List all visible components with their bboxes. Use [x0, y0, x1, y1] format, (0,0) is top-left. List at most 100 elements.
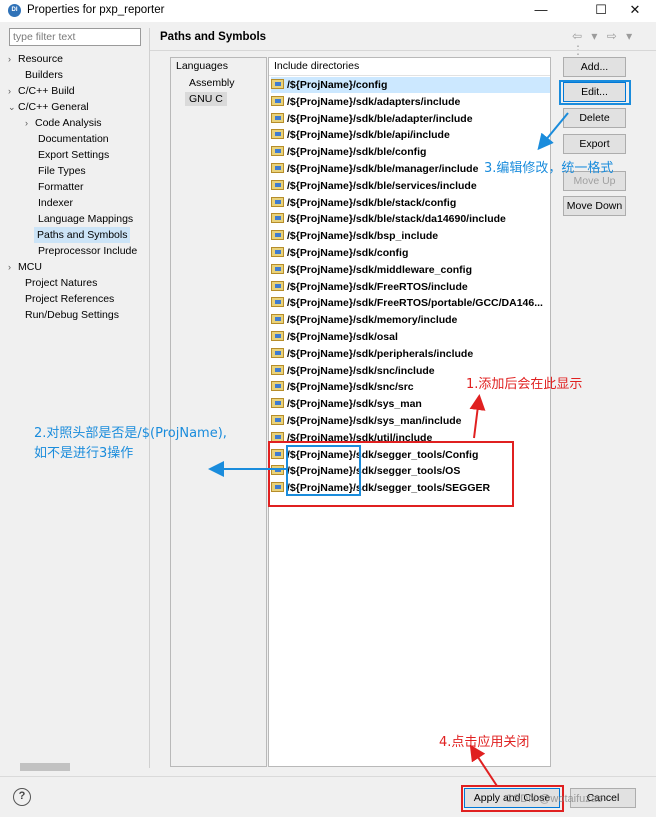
annotation-step4: 4.点击应用关闭: [439, 735, 530, 750]
include-row[interactable]: /${ProjName}/sdk/middleware_config: [271, 262, 550, 278]
sidebar-item-builders[interactable]: Builders: [25, 67, 63, 83]
chevron-icon[interactable]: ›: [8, 83, 18, 99]
sidebar-item-label: Indexer: [38, 197, 74, 209]
include-row[interactable]: /${ProjName}/sdk/osal: [271, 329, 550, 345]
filter-input[interactable]: type filter text: [9, 28, 141, 46]
include-row[interactable]: /${ProjName}/sdk/ble/api/include: [271, 127, 550, 143]
include-folder-icon: [271, 331, 284, 341]
sidebar-item-label: Code Analysis: [35, 117, 102, 129]
include-folder-icon: [271, 247, 284, 257]
sidebar-item-label: Project Natures: [25, 277, 98, 289]
include-path: /${ProjName}/sdk/sys_man: [287, 398, 422, 411]
include-row[interactable]: /${ProjName}/config: [271, 77, 550, 93]
sidebar-item-formatter[interactable]: Formatter: [38, 179, 84, 195]
include-row[interactable]: /${ProjName}/sdk/FreeRTOS/include: [271, 279, 550, 295]
help-icon[interactable]: ?: [13, 788, 31, 806]
annotation-step3: 3.编辑修改，统一格式: [484, 161, 614, 176]
move-down-button[interactable]: Move Down: [563, 196, 626, 216]
sidebar-item-mcu[interactable]: › MCU: [8, 259, 42, 275]
include-folder-icon: [271, 213, 284, 224]
sidebar-item-indexer[interactable]: Indexer: [38, 195, 73, 211]
include-folder-icon: [271, 112, 284, 123]
include-row[interactable]: /${ProjName}/sdk/ble/adapter/include: [271, 111, 550, 127]
sidebar-item-c-c-general[interactable]: ⌄ C/C++ General: [8, 99, 89, 115]
include-folder-icon: [271, 347, 284, 358]
chevron-icon[interactable]: ›: [25, 115, 35, 131]
include-folder-icon: [271, 79, 284, 89]
sidebar-item-c-c-build[interactable]: › C/C++ Build: [8, 83, 75, 99]
sidebar-item-label: MCU: [18, 261, 42, 273]
annotation-step2-line1: 2.对照头部是否是/$(ProjName),: [34, 426, 227, 441]
include-folder-icon: [271, 179, 284, 190]
include-folder-icon: [271, 364, 284, 375]
language-gnu-c[interactable]: GNU C: [185, 92, 227, 106]
minimize-button[interactable]: —: [518, 0, 564, 22]
app-icon: DI: [8, 4, 21, 17]
include-path: /${ProjName}/sdk/FreeRTOS/portable/GCC/D…: [287, 297, 543, 310]
include-path: /${ProjName}/sdk/FreeRTOS/include: [287, 280, 468, 293]
sidebar-item-paths-and-symbols[interactable]: Paths and Symbols: [34, 227, 131, 243]
include-row[interactable]: /${ProjName}/sdk/bsp_include: [271, 228, 550, 244]
include-row[interactable]: /${ProjName}/sdk/ble/stack/config: [271, 195, 550, 211]
projname-highlight-box: [286, 445, 361, 496]
sidebar-divider: [149, 28, 150, 768]
include-folder-icon: [271, 163, 284, 173]
include-row[interactable]: /${ProjName}/sdk/peripherals/include: [271, 346, 550, 362]
include-path: /${ProjName}/sdk/sys_man/include: [287, 415, 462, 427]
annotation-step2-line2: 如不是进行3操作: [34, 446, 134, 461]
sidebar-item-export-settings[interactable]: Export Settings: [38, 147, 109, 163]
export-button[interactable]: Export: [563, 134, 626, 154]
delete-button[interactable]: Delete: [563, 108, 626, 128]
language-assembly[interactable]: Assembly: [189, 77, 235, 89]
sidebar-item-resource[interactable]: › Resource: [8, 51, 63, 67]
history-nav-icons[interactable]: ⇦ ▾ ⇨ ▾ ⋮: [572, 29, 656, 57]
sidebar-item-code-analysis[interactable]: › Code Analysis: [25, 115, 102, 131]
include-path: /${ProjName}/sdk/peripherals/include: [287, 347, 474, 360]
include-row[interactable]: /${ProjName}/sdk/config: [271, 245, 550, 261]
include-row[interactable]: /${ProjName}/sdk/sys_man: [271, 396, 550, 412]
close-button[interactable]: ✕: [612, 0, 656, 22]
include-path: /${ProjName}/sdk/osal: [287, 331, 398, 343]
sidebar-item-run-debug-settings[interactable]: Run/Debug Settings: [25, 307, 119, 323]
chevron-icon[interactable]: ›: [8, 51, 18, 67]
sidebar-item-language-mappings[interactable]: Language Mappings: [38, 211, 133, 227]
include-path: /${ProjName}/sdk/config: [287, 247, 409, 259]
sidebar-hscrollbar[interactable]: [9, 760, 142, 774]
include-row[interactable]: /${ProjName}/sdk/ble/services/include: [271, 178, 550, 194]
languages-header: Languages: [176, 60, 228, 72]
include-path: /${ProjName}/sdk/ble/api/include: [287, 129, 450, 142]
include-path: /${ProjName}/sdk/ble/stack/da14690/inclu…: [287, 213, 506, 226]
include-path: /${ProjName}/sdk/bsp_include: [287, 230, 439, 243]
include-path: /${ProjName}/sdk/snc/src: [287, 381, 414, 394]
include-path: /${ProjName}/sdk/ble/services/include: [287, 179, 477, 192]
sidebar-item-label: File Types: [38, 165, 86, 177]
include-folder-icon: [271, 280, 284, 291]
add-button[interactable]: Add...: [563, 57, 626, 77]
chevron-icon[interactable]: ›: [8, 259, 18, 275]
sidebar-item-preprocessor-include[interactable]: Preprocessor Include: [38, 243, 137, 259]
sidebar-item-label: Resource: [18, 53, 63, 65]
sidebar-item-project-natures[interactable]: Project Natures: [25, 275, 97, 291]
header-divider: [150, 50, 656, 51]
sidebar-item-label: Project References: [25, 293, 115, 305]
include-row[interactable]: /${ProjName}/sdk/sys_man/include: [271, 413, 550, 429]
sidebar-item-label: C/C++ Build: [18, 85, 75, 97]
sidebar-item-label: C/C++ General: [18, 101, 89, 113]
include-row[interactable]: /${ProjName}/sdk/FreeRTOS/portable/GCC/D…: [271, 295, 550, 311]
sidebar-item-file-types[interactable]: File Types: [38, 163, 86, 179]
sidebar-item-project-references[interactable]: Project References: [25, 291, 114, 307]
include-folder-icon: [271, 146, 284, 157]
chevron-icon[interactable]: ⌄: [8, 99, 18, 115]
sidebar-item-documentation[interactable]: Documentation: [38, 131, 109, 147]
annotation-step1: 1.添加后会在此显示: [466, 377, 583, 392]
include-row[interactable]: /${ProjName}/sdk/ble/stack/da14690/inclu…: [271, 211, 550, 227]
sidebar-item-label: Documentation: [38, 133, 109, 145]
include-row[interactable]: /${ProjName}/sdk/memory/include: [271, 312, 550, 328]
include-directories-header: Include directories: [274, 60, 360, 72]
sidebar-item-label: Paths and Symbols: [37, 229, 128, 241]
include-row[interactable]: /${ProjName}/sdk/adapters/include: [271, 94, 550, 110]
include-folder-icon: [271, 263, 284, 274]
edit-highlight-box: [559, 80, 631, 105]
sidebar-item-label: Builders: [25, 69, 63, 81]
include-folder-icon: [271, 95, 284, 106]
